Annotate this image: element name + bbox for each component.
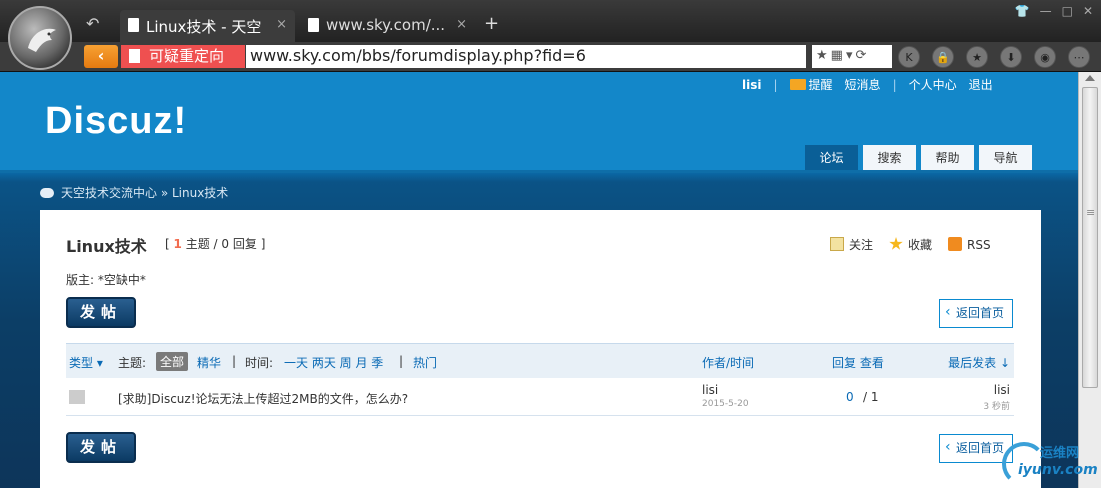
- new-post-button[interactable]: 发帖: [66, 297, 136, 328]
- minimize-icon[interactable]: —: [1040, 4, 1052, 18]
- more-icon[interactable]: ⋯: [1068, 46, 1090, 68]
- username-link[interactable]: lisi: [742, 78, 761, 92]
- logout-link[interactable]: 退出: [969, 76, 993, 93]
- view-count-cell: / 1: [863, 390, 879, 404]
- thread-list-header: 类型 ▾ 主题: 全部 精华 | 时间: 一天 两天 周 月 季 | 热门 作者…: [66, 343, 1014, 378]
- main-tabs: 论坛 搜索 帮助 导航: [805, 145, 1032, 173]
- forum-panel: Linux技术 [ 1 主题 / 0 回复 ] 关注 收藏 RSS 版主: *空…: [40, 210, 1041, 488]
- filter-hot[interactable]: 热门: [413, 354, 437, 371]
- qr-code-icon[interactable]: ▦: [831, 48, 846, 63]
- page-icon: [308, 18, 319, 32]
- last-post-time: 3 秒前: [983, 402, 1010, 412]
- tab-title: www.sky.com/...: [326, 16, 446, 34]
- scroll-up-icon[interactable]: [1085, 75, 1095, 81]
- filter-all-button[interactable]: 全部: [156, 352, 189, 371]
- last-post-author[interactable]: lisi: [994, 383, 1010, 397]
- tab-help[interactable]: 帮助: [921, 145, 974, 171]
- thread-author[interactable]: lisi: [702, 383, 718, 397]
- tab-forum[interactable]: 论坛: [805, 145, 858, 173]
- bookmark-star-icon[interactable]: ★: [816, 48, 831, 63]
- star-icon[interactable]: ★: [966, 46, 988, 68]
- folder-icon: [69, 390, 85, 404]
- gamepad-icon[interactable]: ◉: [1034, 46, 1056, 68]
- filter-digest[interactable]: 精华: [197, 354, 221, 371]
- tab-bar: ↶ Linux技术 - 天空 × www.sky.com/... × + 👕 —…: [0, 0, 1101, 42]
- close-window-icon[interactable]: ✕: [1083, 4, 1093, 18]
- back-button[interactable]: ‹: [84, 45, 118, 68]
- author-time-header[interactable]: 作者/时间: [702, 354, 754, 371]
- lock-icon[interactable]: 🔒: [932, 46, 954, 68]
- top-user-nav: lisi | 提醒 短消息 | 个人中心 退出: [742, 76, 993, 93]
- new-post-button-bottom[interactable]: 发帖: [66, 432, 136, 463]
- tab-sky[interactable]: www.sky.com/... ×: [300, 10, 475, 42]
- forum-stats: [ 1 主题 / 0 回复 ]: [165, 237, 266, 251]
- download-icon[interactable]: ⬇: [1000, 46, 1022, 68]
- window-controls: 👕 — □ ✕: [1015, 4, 1093, 18]
- new-tab-button[interactable]: +: [484, 13, 499, 34]
- maximize-icon[interactable]: □: [1062, 4, 1073, 18]
- undo-close-tab-icon[interactable]: ↶: [86, 14, 99, 33]
- table-row[interactable]: [求助]Discuz!论坛无法上传超过2MB的文件，怎么办? lisi 2015…: [66, 378, 1014, 416]
- address-bar[interactable]: www.sky.com/bbs/forumdisplay.php?fid=6: [246, 45, 806, 68]
- skin-icon[interactable]: 👕: [1015, 4, 1030, 18]
- tab-guide[interactable]: 导航: [979, 145, 1032, 171]
- tab-title: Linux技术 - 天空: [146, 18, 262, 36]
- follow-icon: [830, 237, 844, 251]
- close-tab-icon[interactable]: ×: [276, 17, 287, 32]
- moderator-info: 版主: *空缺中*: [66, 273, 146, 287]
- forum-title: Linux技术: [66, 237, 147, 256]
- reply-view-header[interactable]: 回复 查看: [832, 354, 884, 371]
- thread-title[interactable]: [求助]Discuz!论坛无法上传超过2MB的文件，怎么办?: [118, 390, 408, 407]
- thread-date: 2015-5-20: [702, 399, 749, 409]
- page-scrollbar[interactable]: [1078, 72, 1101, 488]
- browser-window: ↶ Linux技术 - 天空 × www.sky.com/... × + 👕 —…: [0, 0, 1101, 488]
- page-icon: [128, 18, 139, 32]
- sms-link[interactable]: 短消息: [845, 76, 881, 93]
- page-icon: [129, 49, 140, 63]
- topic-label: 主题:: [118, 356, 147, 370]
- follow-button[interactable]: 关注: [830, 236, 873, 253]
- scrollbar-thumb[interactable]: [1082, 87, 1098, 388]
- watermark: 运维网 iyunv.com: [1000, 438, 1100, 488]
- page-content: Discuz! lisi | 提醒 短消息 | 个人中心 退出 论坛 搜索 帮助…: [0, 72, 1078, 488]
- profile-link[interactable]: 个人中心: [909, 76, 957, 93]
- browser-logo[interactable]: [8, 6, 72, 70]
- rss-icon: [948, 237, 963, 251]
- redirect-warning[interactable]: 可疑重定向: [121, 45, 245, 68]
- time-filters[interactable]: 一天 两天 周 月 季: [284, 354, 383, 371]
- topic-count: 1: [173, 237, 182, 251]
- back-home-button[interactable]: 返回首页: [939, 299, 1013, 328]
- site-logo[interactable]: Discuz!: [45, 100, 187, 143]
- navigation-bar: ‹ 可疑重定向 www.sky.com/bbs/forumdisplay.php…: [0, 42, 1101, 72]
- redirect-label: 可疑重定向: [149, 47, 225, 65]
- remind-link[interactable]: 提醒: [789, 76, 833, 93]
- reply-count: 0 回复: [221, 237, 257, 251]
- rss-button[interactable]: RSS: [948, 237, 991, 252]
- type-filter[interactable]: 类型 ▾: [69, 354, 103, 371]
- star-icon: [889, 237, 903, 250]
- tab-search[interactable]: 搜索: [863, 145, 916, 171]
- tab-linux[interactable]: Linux技术 - 天空 ×: [120, 10, 295, 42]
- forum-actions: 关注 收藏 RSS: [830, 236, 991, 253]
- breadcrumb[interactable]: 天空技术交流中心 » Linux技术: [40, 184, 228, 201]
- close-tab-icon[interactable]: ×: [456, 17, 467, 32]
- url-tools: ★▦▾⟳: [812, 45, 892, 68]
- last-post-header[interactable]: 最后发表 ↓: [948, 354, 1010, 371]
- refresh-icon[interactable]: ⟳: [855, 48, 869, 63]
- reply-count-cell[interactable]: 0: [846, 390, 854, 404]
- site-header: Discuz! lisi | 提醒 短消息 | 个人中心 退出 论坛 搜索 帮助…: [0, 72, 1078, 173]
- chat-bubble-icon: [40, 188, 54, 198]
- mail-icon: [789, 79, 806, 90]
- time-label: 时间:: [245, 356, 274, 370]
- k-icon[interactable]: K: [898, 46, 920, 68]
- favorite-button[interactable]: 收藏: [889, 236, 932, 253]
